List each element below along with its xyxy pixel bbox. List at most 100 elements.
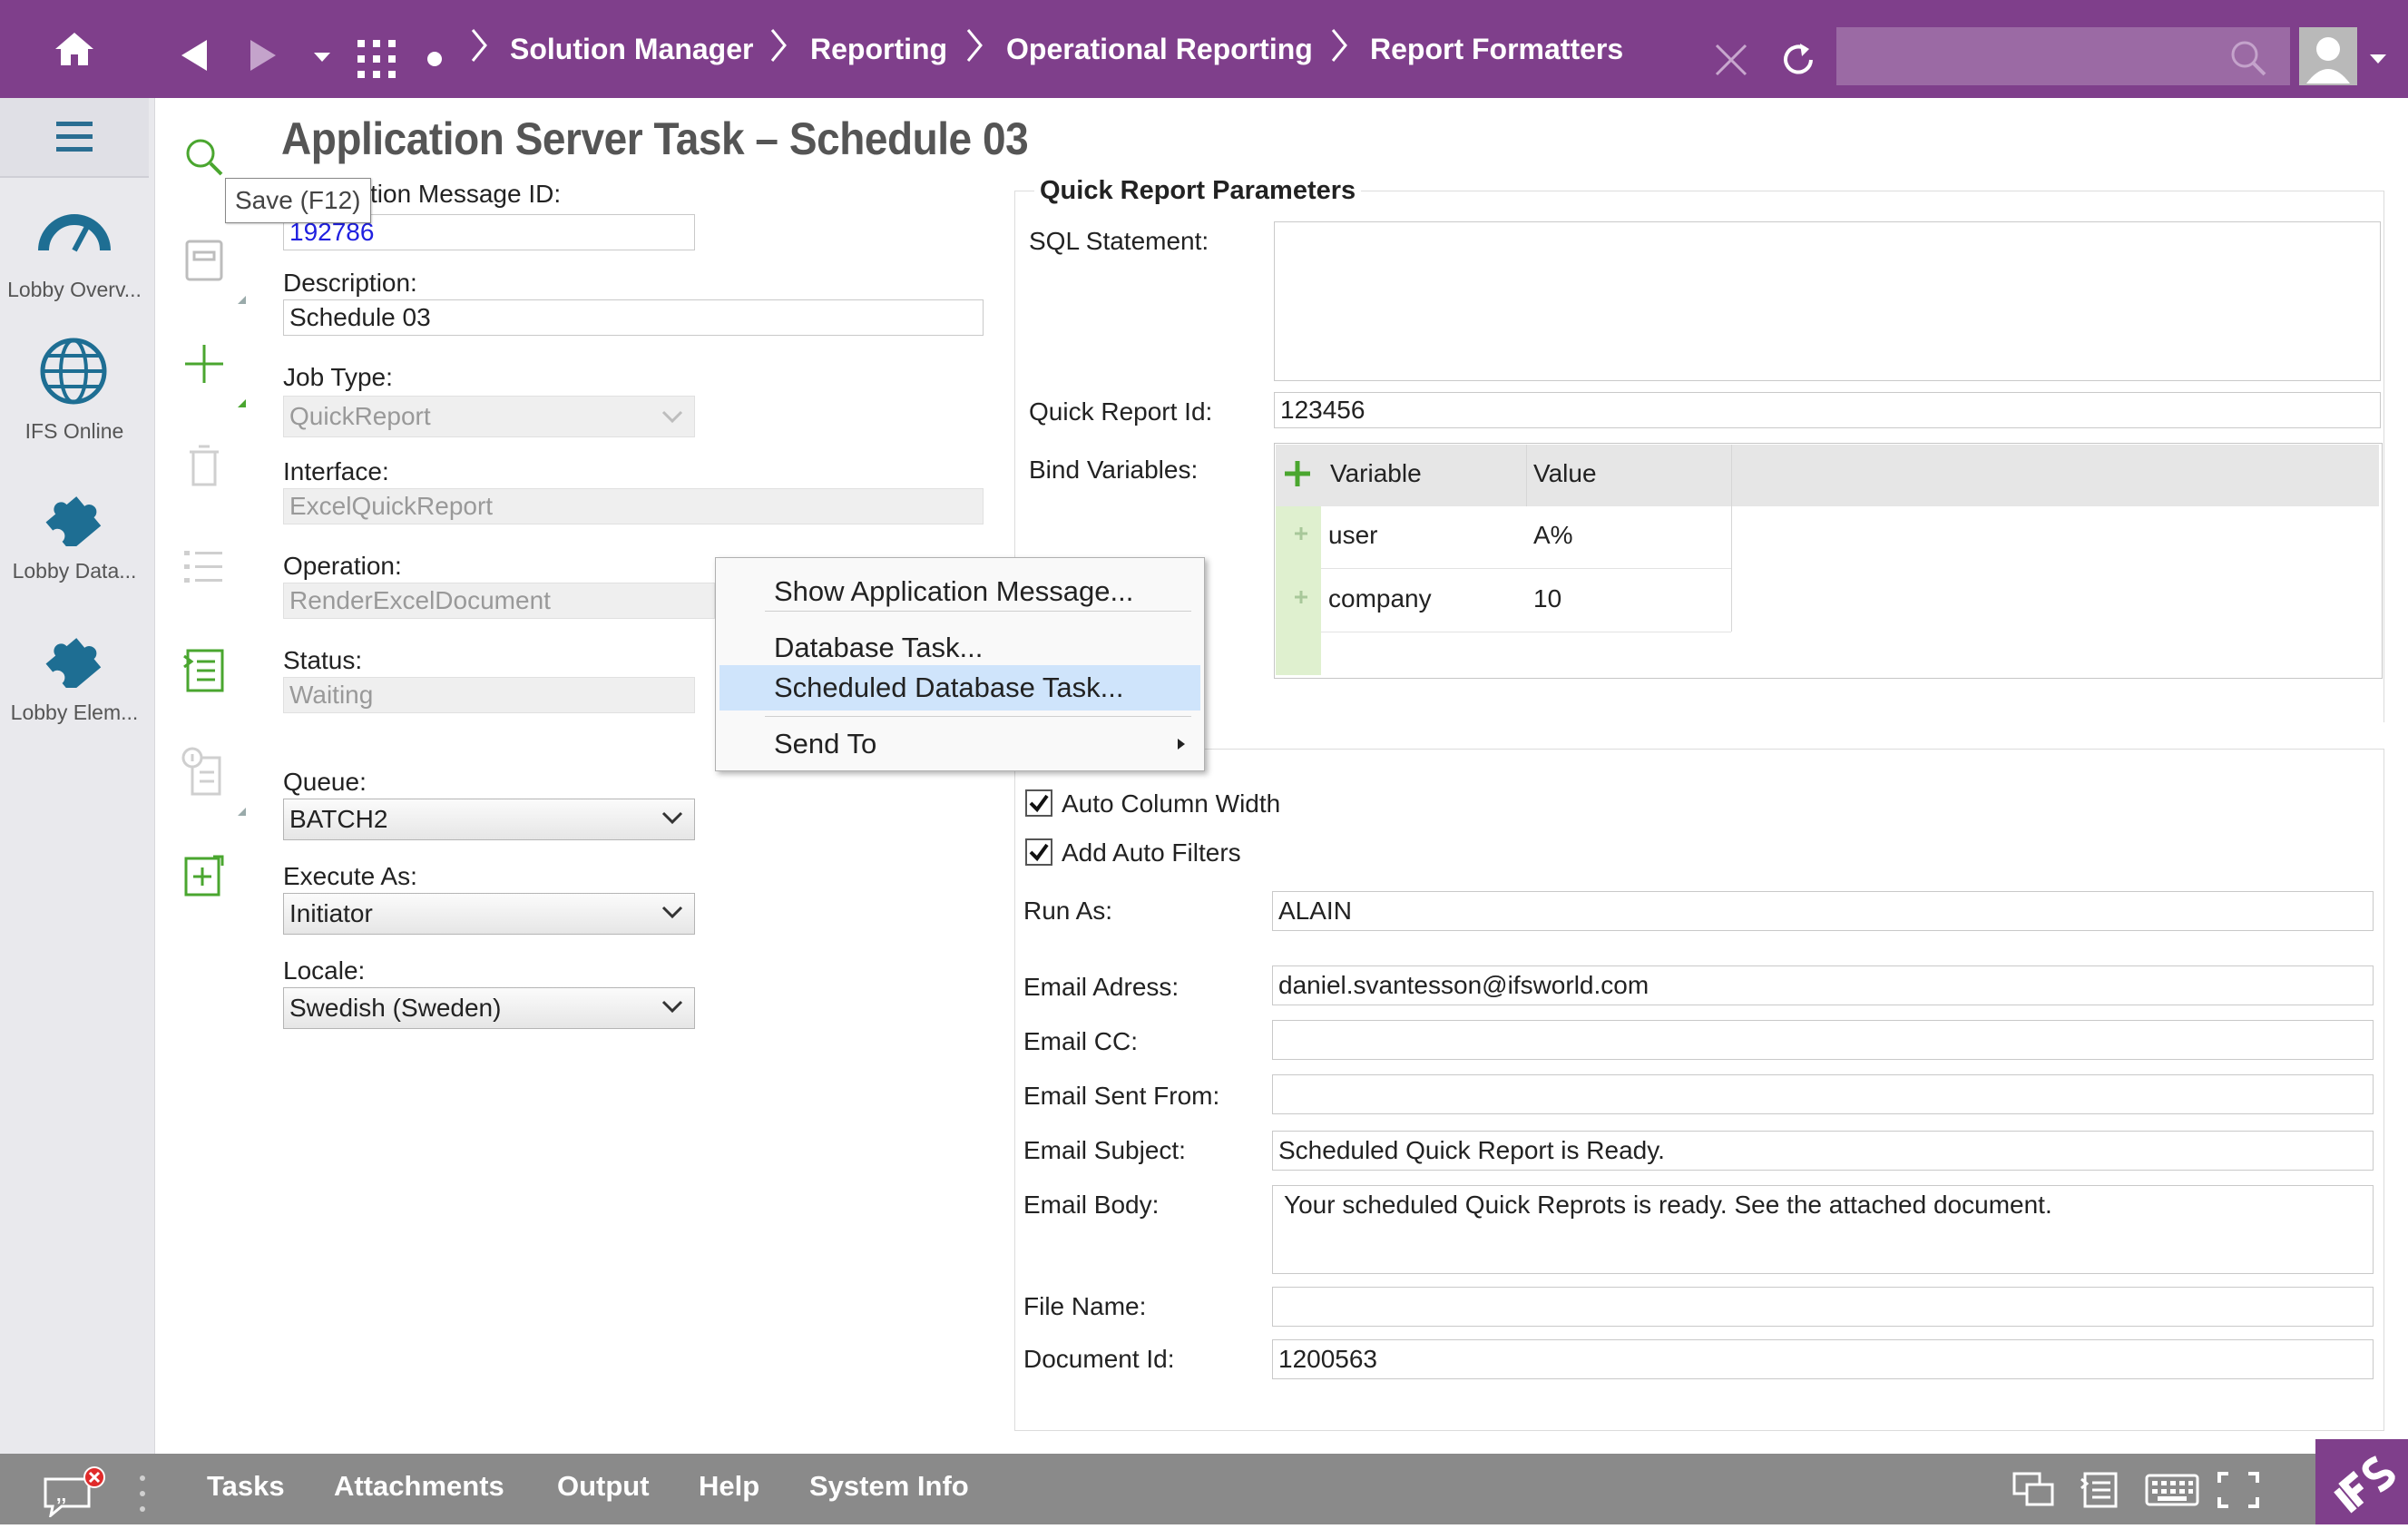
bottombar-output[interactable]: Output bbox=[557, 1470, 650, 1503]
save-icon[interactable] bbox=[178, 234, 230, 287]
run-as-field[interactable]: ALAIN bbox=[1272, 891, 2374, 931]
quick-report-id-field[interactable]: 123456 bbox=[1274, 392, 2381, 428]
bottombar-tasks[interactable]: Tasks bbox=[207, 1470, 285, 1503]
menu-separator bbox=[765, 611, 1191, 612]
sidebar-item-ifs-online[interactable]: IFS Online bbox=[0, 336, 149, 446]
job-type-value: QuickReport bbox=[289, 402, 431, 430]
grid-column-divider bbox=[1731, 445, 1732, 632]
search-icon[interactable] bbox=[178, 131, 230, 183]
grid-header-variable[interactable]: Variable bbox=[1330, 459, 1422, 488]
add-auto-filters-label[interactable]: Add Auto Filters bbox=[1062, 838, 1241, 867]
avatar[interactable] bbox=[2299, 27, 2357, 85]
details-list-icon[interactable] bbox=[178, 644, 230, 697]
hamburger-menu-button[interactable] bbox=[0, 98, 149, 178]
list-icon[interactable] bbox=[178, 541, 230, 593]
context-menu: Show Application Message... Database Tas… bbox=[715, 557, 1205, 771]
breadcrumb-operational-reporting[interactable]: Operational Reporting bbox=[1006, 27, 1313, 71]
status-label: Status: bbox=[283, 646, 363, 674]
search-input[interactable] bbox=[1836, 27, 2290, 85]
refresh-icon[interactable] bbox=[1778, 40, 1818, 84]
menu-item-show-application-message[interactable]: Show Application Message... bbox=[716, 569, 1202, 614]
bottombar-help[interactable]: Help bbox=[699, 1470, 759, 1503]
row-expand-icon[interactable] bbox=[1294, 526, 1308, 545]
add-auto-filters-checkbox[interactable] bbox=[1025, 838, 1052, 866]
breadcrumb-separator-icon bbox=[471, 29, 487, 62]
row-expand-icon[interactable] bbox=[1294, 590, 1308, 609]
chevron-down-icon bbox=[661, 1000, 683, 1014]
menu-item-scheduled-database-task[interactable]: Scheduled Database Task... bbox=[719, 665, 1200, 711]
email-sent-from-field[interactable] bbox=[1272, 1074, 2374, 1114]
auto-column-width-checkbox[interactable] bbox=[1025, 789, 1052, 817]
email-subject-field[interactable]: Scheduled Quick Report is Ready. bbox=[1272, 1131, 2374, 1171]
forward-icon[interactable] bbox=[247, 38, 279, 77]
options-triangle-icon bbox=[238, 808, 246, 816]
email-sent-from-label: Email Sent From: bbox=[1023, 1082, 1220, 1110]
submenu-arrow-icon bbox=[1178, 739, 1185, 750]
more-options-icon[interactable] bbox=[138, 1474, 147, 1518]
sql-statement-textarea[interactable] bbox=[1274, 221, 2381, 381]
breadcrumb-separator-icon bbox=[966, 29, 983, 62]
user-menu-chevron-icon[interactable] bbox=[2368, 53, 2388, 70]
history-dropdown-icon[interactable] bbox=[312, 51, 332, 68]
add-icon[interactable] bbox=[178, 338, 230, 390]
grid-row-divider bbox=[1321, 568, 1731, 569]
locale-select[interactable]: Swedish (Sweden) bbox=[283, 987, 695, 1029]
breadcrumb-separator-icon bbox=[770, 29, 787, 62]
windows-icon[interactable] bbox=[2012, 1472, 2054, 1513]
back-icon[interactable] bbox=[178, 38, 210, 77]
grid-cell-value[interactable]: A% bbox=[1533, 521, 1573, 550]
close-icon[interactable] bbox=[1713, 42, 1749, 83]
menu-item-database-task[interactable]: Database Task... bbox=[716, 625, 1202, 671]
grid-cell-variable[interactable]: company bbox=[1328, 584, 1432, 613]
operation-label: Operation: bbox=[283, 552, 402, 580]
email-cc-field[interactable] bbox=[1272, 1020, 2374, 1060]
bottombar-attachments[interactable]: Attachments bbox=[334, 1470, 504, 1503]
bottombar-system-info[interactable]: System Info bbox=[809, 1470, 969, 1503]
new-document-icon[interactable] bbox=[178, 849, 230, 902]
bind-variables-label: Bind Variables: bbox=[1029, 456, 1199, 484]
dot-icon bbox=[426, 51, 443, 72]
keyboard-icon[interactable] bbox=[2145, 1474, 2199, 1511]
run-as-label: Run As: bbox=[1023, 897, 1113, 925]
chat-notification-icon[interactable]: ,, bbox=[42, 1466, 105, 1522]
auto-column-width-label[interactable]: Auto Column Width bbox=[1062, 789, 1280, 818]
apps-grid-icon[interactable] bbox=[357, 40, 396, 83]
chevron-down-icon bbox=[661, 906, 683, 919]
document-id-field[interactable]: 1200563 bbox=[1272, 1339, 2374, 1379]
svg-text:,,: ,, bbox=[56, 1485, 66, 1505]
search-icon[interactable] bbox=[2228, 38, 2268, 83]
email-address-field[interactable]: daniel.svantesson@ifsworld.com bbox=[1272, 965, 2374, 1005]
interface-label: Interface: bbox=[283, 457, 389, 485]
puzzle-piece-icon bbox=[45, 638, 102, 688]
grid-cell-variable[interactable]: user bbox=[1328, 521, 1377, 550]
home-icon[interactable] bbox=[45, 16, 103, 82]
add-row-icon[interactable] bbox=[1283, 459, 1312, 493]
queue-select[interactable]: BATCH2 bbox=[283, 799, 695, 840]
sidebar-item-lobby-data[interactable]: Lobby Data... bbox=[0, 481, 149, 590]
file-name-field[interactable] bbox=[1272, 1287, 2374, 1327]
gauge-icon bbox=[38, 214, 111, 252]
job-type-label: Job Type: bbox=[283, 363, 393, 391]
sql-statement-label: SQL Statement: bbox=[1029, 227, 1209, 255]
grid-cell-value[interactable]: 10 bbox=[1533, 584, 1561, 613]
grid-header bbox=[1276, 445, 2379, 506]
grid-header-value[interactable]: Value bbox=[1533, 459, 1597, 488]
breadcrumb-solution-manager[interactable]: Solution Manager bbox=[510, 27, 753, 71]
menu-item-send-to[interactable]: Send To bbox=[716, 721, 1202, 767]
sidebar-item-lobby-overview[interactable]: Lobby Overv... bbox=[0, 200, 149, 309]
email-body-textarea[interactable]: Your scheduled Quick Reprots is ready. S… bbox=[1272, 1185, 2374, 1274]
interface-field: ExcelQuickReport bbox=[283, 488, 984, 524]
breadcrumb-report-formatters[interactable]: Report Formatters bbox=[1370, 27, 1623, 71]
details-panel-icon[interactable] bbox=[2080, 1472, 2118, 1513]
info-document-icon[interactable] bbox=[178, 746, 230, 799]
chevron-down-icon bbox=[661, 811, 683, 825]
description-field[interactable]: Schedule 03 bbox=[283, 299, 984, 336]
execute-as-label: Execute As: bbox=[283, 862, 417, 890]
execute-as-select[interactable]: Initiator bbox=[283, 893, 695, 935]
fullscreen-icon[interactable] bbox=[2217, 1472, 2259, 1513]
sidebar-item-lobby-elements[interactable]: Lobby Elem... bbox=[0, 622, 149, 731]
page-title: Application Server Task – Schedule 03 bbox=[281, 113, 1029, 164]
email-subject-label: Email Subject: bbox=[1023, 1136, 1186, 1164]
breadcrumb-reporting[interactable]: Reporting bbox=[810, 27, 947, 71]
delete-icon[interactable] bbox=[178, 439, 230, 492]
